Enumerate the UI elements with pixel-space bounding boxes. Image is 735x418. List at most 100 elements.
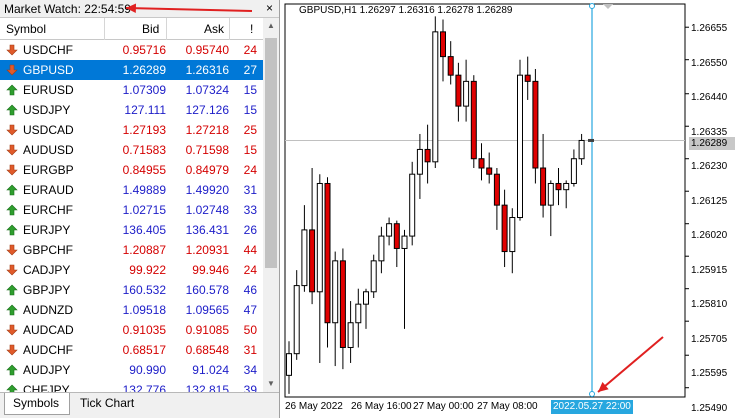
row-ask: 1.20931 — [185, 243, 229, 257]
row-bid: 0.91035 — [122, 323, 166, 337]
arrow-up-icon — [6, 384, 18, 392]
market-watch-row-gbpjpy[interactable]: GBPJPY 160.532 160.578 46 — [0, 280, 263, 300]
time-axis-label: 26 May 2022 — [285, 401, 343, 412]
market-watch-row-usdjpy[interactable]: USDJPY 127.111 127.126 15 — [0, 100, 263, 120]
price-axis-label: 1.25490 — [691, 402, 728, 414]
market-watch-row-euraud[interactable]: EURAUD 1.49889 1.49920 31 — [0, 180, 263, 200]
candle-body — [555, 182, 562, 191]
price-axis-label: 1.26020 — [691, 230, 728, 241]
column-divider[interactable] — [166, 18, 167, 40]
market-watch-row-usdchf[interactable]: USDCHF 0.95716 0.95740 24 — [0, 40, 263, 60]
row-symbol: USDCHF — [23, 43, 73, 57]
candle-body — [355, 303, 362, 324]
row-ask: 91.024 — [192, 363, 229, 377]
candlestick-chart-canvas[interactable] — [281, 0, 735, 418]
market-watch-row-chfjpy[interactable]: CHFJPY 132.776 132.815 39 — [0, 380, 263, 392]
time-axis-label: 27 May 00:00 — [413, 401, 474, 412]
row-symbol: USDJPY — [23, 103, 71, 117]
row-bid: 1.26289 — [122, 63, 166, 77]
candle-body — [447, 56, 454, 76]
column-header-bid[interactable]: Bid — [142, 22, 159, 36]
arrow-up-icon — [6, 224, 18, 236]
price-axis-label: 1.26655 — [691, 23, 728, 34]
candle-body — [286, 353, 292, 376]
vertical-scrollbar[interactable]: ▲ ▼ — [263, 18, 279, 392]
row-symbol: AUDJPY — [23, 363, 71, 377]
column-header-ask[interactable]: Ask — [204, 22, 224, 36]
candle-body — [386, 223, 393, 237]
last-price-marker — [588, 138, 594, 142]
market-watch-row-audnzd[interactable]: AUDNZD 1.09518 1.09565 47 — [0, 300, 263, 320]
row-symbol: USDCAD — [23, 123, 74, 137]
arrow-up-icon — [6, 284, 18, 296]
market-watch-titlebar[interactable]: Market Watch: 22:54:59 × — [0, 0, 279, 18]
row-ask: 0.91085 — [185, 323, 229, 337]
row-symbol: GBPJPY — [23, 283, 71, 297]
arrow-down-icon — [6, 64, 18, 76]
row-spread: 50 — [243, 323, 257, 337]
price-chart[interactable]: GBPUSD,H1 1.26297 1.26316 1.26278 1.2628… — [281, 0, 735, 418]
column-divider[interactable] — [229, 18, 230, 40]
candle-body — [416, 148, 423, 175]
arrow-down-icon — [6, 124, 18, 136]
market-watch-panel: Market Watch: 22:54:59 × Symbol Bid Ask … — [0, 0, 280, 418]
row-bid: 136.405 — [122, 223, 166, 237]
candle-body — [393, 223, 400, 249]
row-bid: 132.776 — [122, 383, 166, 392]
market-watch-row-usdcad[interactable]: USDCAD 1.27193 1.27218 25 — [0, 120, 263, 140]
market-watch-row-audusd[interactable]: AUDUSD 0.71583 0.71598 15 — [0, 140, 263, 160]
column-header-spread[interactable]: ! — [250, 22, 253, 36]
candle-body — [455, 74, 462, 107]
column-header-symbol[interactable]: Symbol — [6, 22, 46, 36]
market-watch-row-audjpy[interactable]: AUDJPY 90.990 91.024 34 — [0, 360, 263, 380]
candle-body — [578, 139, 585, 160]
arrow-down-icon — [6, 324, 18, 336]
row-symbol: AUDNZD — [23, 303, 73, 317]
market-watch-column-header: Symbol Bid Ask ! — [0, 18, 263, 40]
row-spread: 24 — [243, 43, 257, 57]
row-spread: 47 — [243, 303, 257, 317]
candle-body — [424, 148, 431, 163]
row-ask: 1.07324 — [185, 83, 229, 97]
candle-body — [486, 167, 493, 175]
row-ask: 1.09565 — [185, 303, 229, 317]
tab-tick-chart[interactable]: Tick Chart — [72, 393, 146, 415]
scroll-up-icon[interactable]: ▲ — [263, 18, 279, 34]
row-ask: 132.815 — [185, 383, 229, 392]
row-symbol: EURJPY — [23, 223, 71, 237]
row-spread: 31 — [243, 183, 257, 197]
market-watch-row-audchf[interactable]: AUDCHF 0.68517 0.68548 31 — [0, 340, 263, 360]
scrollbar-thumb[interactable] — [265, 38, 277, 268]
tab-symbols[interactable]: Symbols — [4, 393, 70, 415]
market-watch-row-cadjpy[interactable]: CADJPY 99.922 99.946 24 — [0, 260, 263, 280]
candle-body — [540, 167, 547, 206]
crosshair-handle-bottom — [589, 391, 595, 397]
market-watch-row-eurjpy[interactable]: EURJPY 136.405 136.431 26 — [0, 220, 263, 240]
market-watch-row-gbpchf[interactable]: GBPCHF 1.20887 1.20931 44 — [0, 240, 263, 260]
row-spread: 46 — [243, 283, 257, 297]
candle-body — [347, 322, 354, 348]
current-price-tag: 1.26289 — [689, 137, 735, 150]
market-watch-row-eurchf[interactable]: EURCHF 1.02715 1.02748 33 — [0, 200, 263, 220]
price-axis-label: 1.25915 — [691, 264, 728, 276]
row-spread: 25 — [243, 123, 257, 137]
market-watch-row-eurusd[interactable]: EURUSD 1.07309 1.07324 15 — [0, 80, 263, 100]
close-icon[interactable]: × — [266, 1, 273, 15]
candle-body — [339, 260, 346, 348]
market-watch-row-audcad[interactable]: AUDCAD 0.91035 0.91085 50 — [0, 320, 263, 340]
market-watch-row-gbpusd[interactable]: GBPUSD 1.26289 1.26316 27 — [0, 60, 263, 80]
price-axis-label: 1.26125 — [691, 195, 728, 207]
price-axis-label: 1.25705 — [691, 333, 728, 345]
candle-body — [363, 291, 369, 305]
scroll-down-icon[interactable]: ▼ — [263, 376, 279, 392]
arrow-down-icon — [6, 164, 18, 176]
row-bid: 1.49889 — [122, 183, 166, 197]
row-ask: 0.68548 — [185, 343, 229, 357]
column-divider[interactable] — [104, 18, 105, 40]
price-axis-label: 1.26230 — [691, 161, 728, 172]
time-axis-label: 26 May 16:00 — [351, 401, 412, 412]
arrow-up-icon — [6, 184, 18, 196]
candle-body — [440, 31, 446, 58]
candle-body — [293, 285, 300, 355]
market-watch-row-eurgbp[interactable]: EURGBP 0.84955 0.84979 24 — [0, 160, 263, 180]
